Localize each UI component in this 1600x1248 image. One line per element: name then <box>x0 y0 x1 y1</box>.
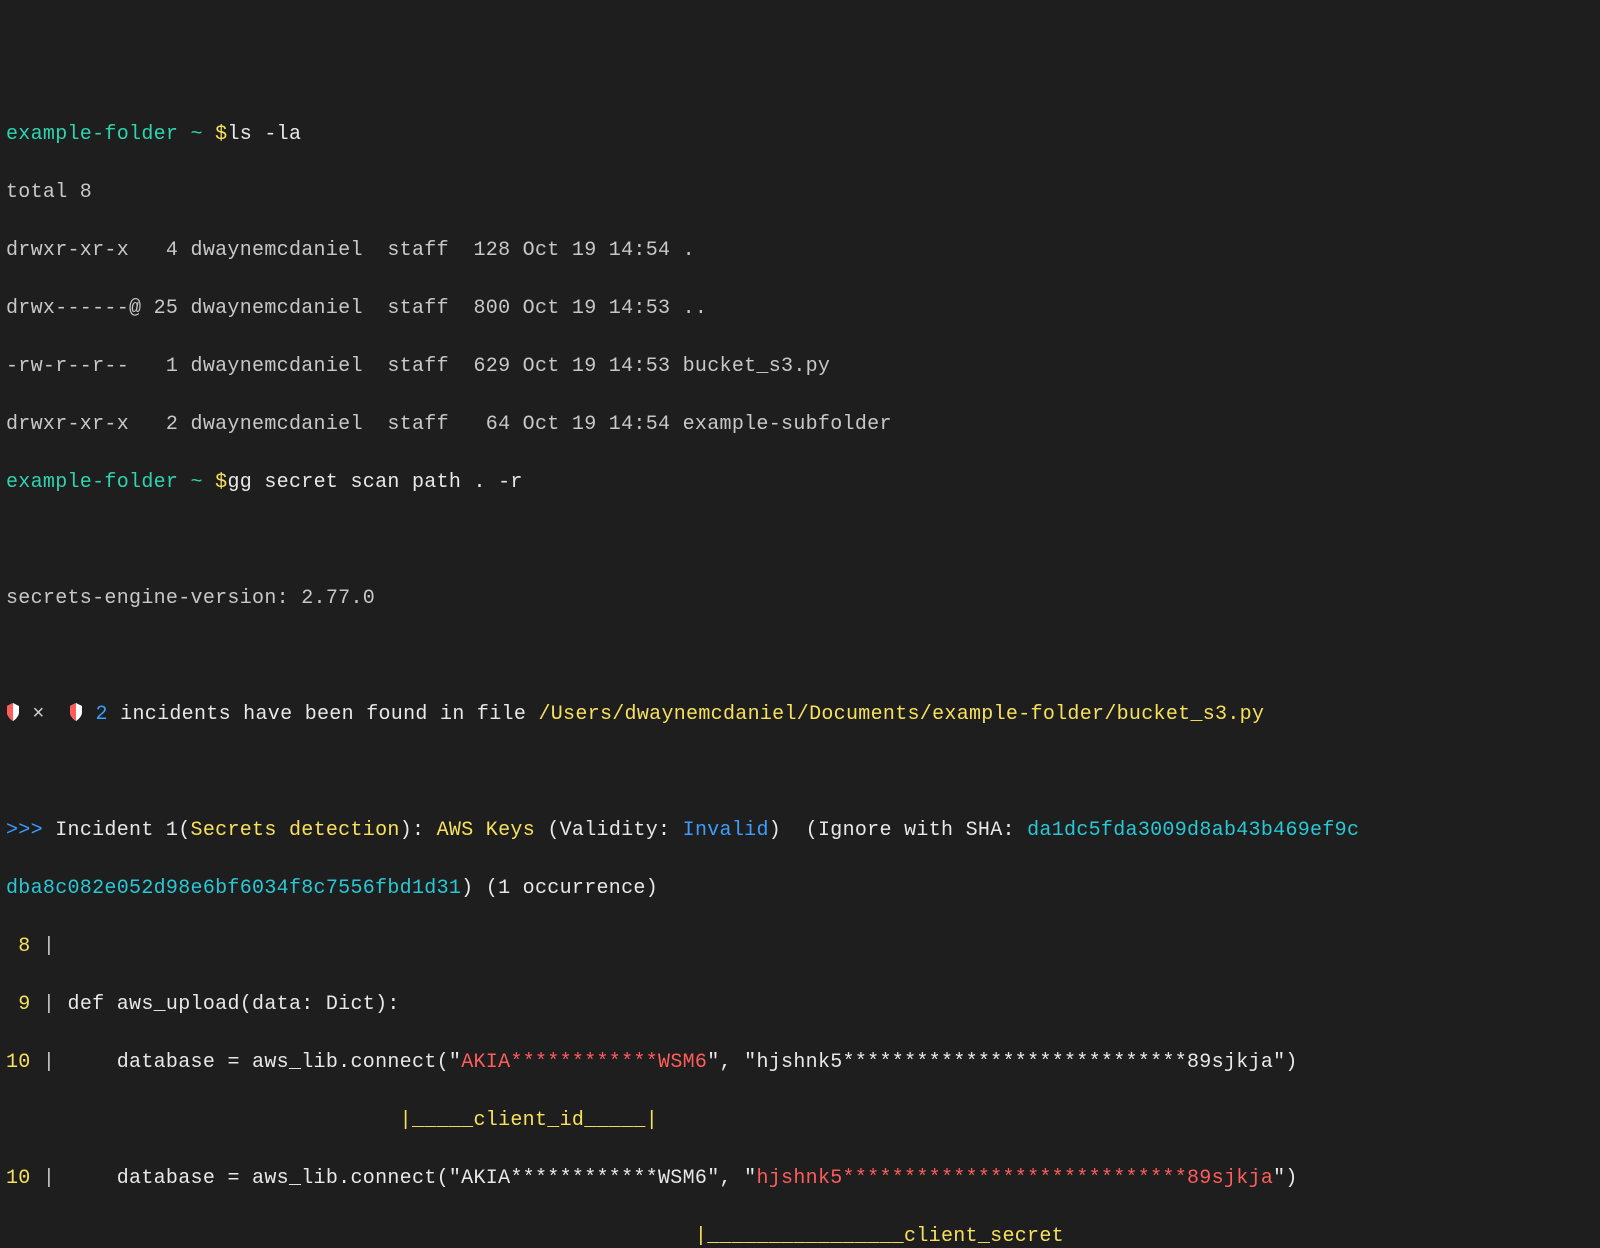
ls-total: total 8 <box>6 178 1594 207</box>
prompt-dollar: $ <box>215 123 227 146</box>
ls-row: drwxr-xr-x 4 dwaynemcdaniel staff 128 Oc… <box>6 236 1594 265</box>
prompt-folder: example-folder <box>6 471 178 494</box>
ls-row: drwxr-xr-x 2 dwaynemcdaniel staff 64 Oct… <box>6 410 1594 439</box>
x-icon: × <box>32 703 44 726</box>
ls-row: -rw-r--r-- 1 dwaynemcdaniel staff 629 Oc… <box>6 352 1594 381</box>
code-line-9: 9 | def aws_upload(data: Dict): <box>6 990 1594 1019</box>
blank-line <box>6 758 1594 787</box>
prompt-dollar: $ <box>215 471 227 494</box>
incident-label: Incident 1( <box>55 819 190 842</box>
secret-client-id: AKIA************WSM6 <box>461 1051 707 1074</box>
cmd-gg: gg secret scan path . -r <box>227 471 522 494</box>
annotation-client-id: |_____client_id_____| <box>6 1106 1594 1135</box>
incident-detection: Secrets detection <box>191 819 400 842</box>
incident-prefix: >>> <box>6 819 55 842</box>
ls-row: drwx------@ 25 dwaynemcdaniel staff 800 … <box>6 294 1594 323</box>
prompt-tilde: ~ <box>178 471 215 494</box>
incidents-header: × 2 incidents have been found in file /U… <box>6 700 1594 729</box>
annotation-client-secret: |________________client_secret <box>6 1222 1594 1248</box>
shield-icon <box>6 703 20 721</box>
incident-kind: AWS Keys <box>437 819 535 842</box>
cmd-ls: ls -la <box>227 123 301 146</box>
incident-validity: Invalid <box>683 819 769 842</box>
incident-msg: incidents have been found in file <box>108 703 539 726</box>
prompt-folder: example-folder <box>6 123 178 146</box>
incident-sha: da1dc5fda3009d8ab43b469ef9c <box>1027 819 1359 842</box>
secret-client-secret: hjshnk5****************************89sjk… <box>756 1167 1273 1190</box>
prompt-line-2[interactable]: example-folder ~ $gg secret scan path . … <box>6 468 1594 497</box>
incident-path: /Users/dwaynemcdaniel/Documents/example-… <box>538 703 1264 726</box>
code-line-10b: 10 | database = aws_lib.connect("AKIA***… <box>6 1164 1594 1193</box>
blank-line <box>6 526 1594 555</box>
engine-version: secrets-engine-version: 2.77.0 <box>6 584 1594 613</box>
code-line-10a: 10 | database = aws_lib.connect("AKIA***… <box>6 1048 1594 1077</box>
blank-line <box>6 642 1594 671</box>
incident-line-1: >>> Incident 1(Secrets detection): AWS K… <box>6 816 1594 845</box>
incident-count: 2 <box>96 703 108 726</box>
incident-line-2: dba8c082e052d98e6bf6034f8c7556fbd1d31) (… <box>6 874 1594 903</box>
code-line-8: 8 | <box>6 932 1594 961</box>
shield-icon <box>69 703 83 721</box>
prompt-line-1[interactable]: example-folder ~ $ls -la <box>6 120 1594 149</box>
incident-sha: dba8c082e052d98e6bf6034f8c7556fbd1d31 <box>6 877 461 900</box>
prompt-tilde: ~ <box>178 123 215 146</box>
